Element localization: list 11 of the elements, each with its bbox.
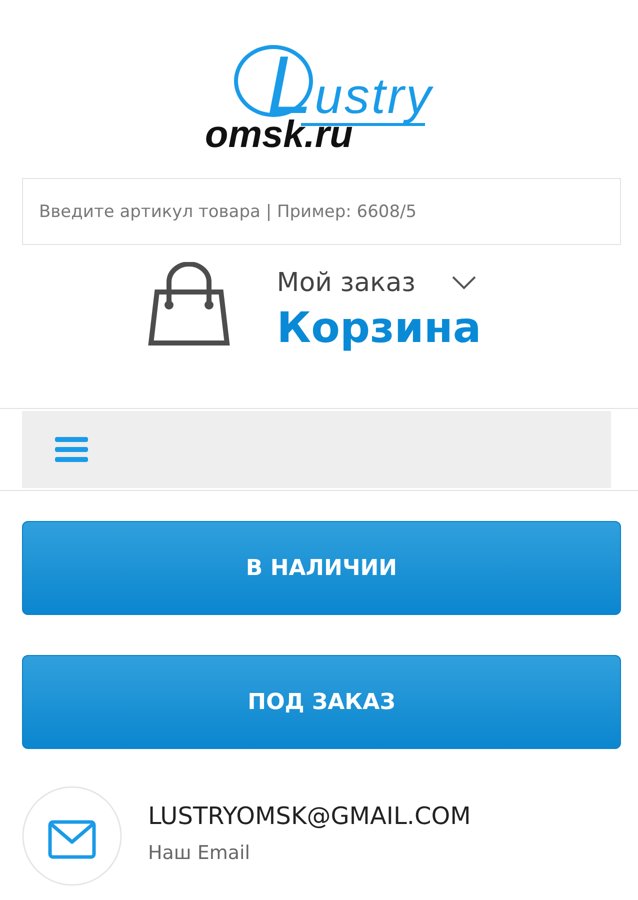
envelope-icon <box>22 786 122 886</box>
cart-link[interactable]: Корзина <box>276 300 482 356</box>
category-button[interactable]: В НАЛИЧИИ <box>22 521 621 615</box>
shopping-bag-icon[interactable] <box>146 262 231 346</box>
caret-icon[interactable] <box>452 276 476 290</box>
menu-icon[interactable] <box>55 437 88 462</box>
order-label: Мой заказ <box>276 267 416 300</box>
email-address[interactable]: LUSTRYOMSK@GMAIL.COM <box>148 801 471 831</box>
category-button[interactable]: ПОД ЗАКАЗ <box>22 655 621 749</box>
contact-caption: Наш Email <box>148 841 252 865</box>
search-field[interactable]: Введите артикул товара | Пример: 6608/5 <box>22 178 621 245</box>
